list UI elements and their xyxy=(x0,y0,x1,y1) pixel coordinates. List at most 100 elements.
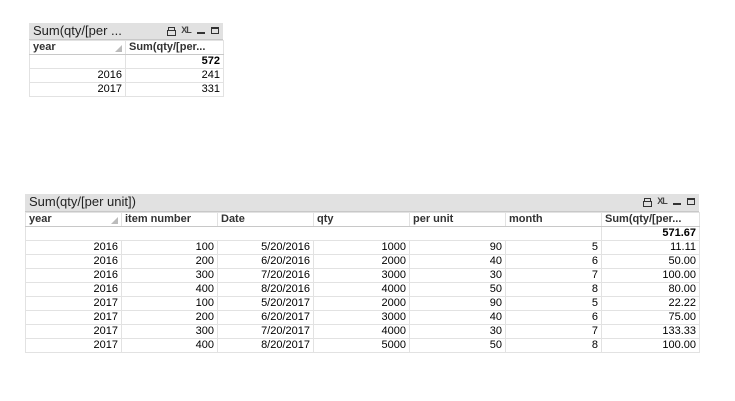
cell-qty: 3000 xyxy=(313,268,410,283)
column-header-date[interactable]: Date xyxy=(217,212,314,227)
cell-date: 6/20/2016 xyxy=(217,254,314,269)
column-header-sum[interactable]: Sum(qty/[per... xyxy=(601,212,700,227)
cell-month: 7 xyxy=(505,268,602,283)
sort-indicator-icon xyxy=(115,45,122,52)
big-table-grid: year item number Date qty per unit month… xyxy=(25,212,700,353)
cell-month: 5 xyxy=(505,296,602,311)
cell-item-number: 300 xyxy=(121,268,218,283)
table-row: 2017 400 8/20/2017 5000 50 8 100.00 xyxy=(25,338,700,353)
cell-date: 6/20/2017 xyxy=(217,310,314,325)
cell-item-number: 400 xyxy=(121,282,218,297)
cell-year: 2017 xyxy=(25,310,122,325)
big-table-object[interactable]: Sum(qty/[per unit]) XL year item number … xyxy=(25,194,700,364)
cell-sum: 100.00 xyxy=(601,268,700,283)
cell-item-number: 300 xyxy=(121,324,218,339)
cell-year: 2017 xyxy=(25,338,122,353)
cell-date: 5/20/2017 xyxy=(217,296,314,311)
cell-item-number: 200 xyxy=(121,254,218,269)
column-header-year[interactable]: year xyxy=(29,40,126,55)
cell-sum: 100.00 xyxy=(601,338,700,353)
cell-sum: 50.00 xyxy=(601,254,700,269)
column-header-sum[interactable]: Sum(qty/[per... xyxy=(125,40,224,55)
cell-qty: 1000 xyxy=(313,240,410,255)
total-value: 571.67 xyxy=(601,226,700,241)
table-row: 2016 200 6/20/2016 2000 40 6 50.00 xyxy=(25,254,700,269)
cell-date: 7/20/2017 xyxy=(217,324,314,339)
cell-month: 6 xyxy=(505,254,602,269)
cell-sum: 75.00 xyxy=(601,310,700,325)
minimize-icon[interactable] xyxy=(195,25,206,36)
cell-month: 8 xyxy=(505,338,602,353)
table-row: 2016 241 xyxy=(29,68,224,83)
cell-sum: 11.11 xyxy=(601,240,700,255)
small-table-caption[interactable]: Sum(qty/[per ... XL xyxy=(29,23,223,40)
small-table-title: Sum(qty/[per ... xyxy=(33,23,122,38)
cell-year: 2016 xyxy=(25,268,122,283)
cell-qty: 2000 xyxy=(313,296,410,311)
cell-month: 7 xyxy=(505,324,602,339)
cell-sum: 80.00 xyxy=(601,282,700,297)
table-row: 2017 300 7/20/2017 4000 30 7 133.33 xyxy=(25,324,700,339)
cell-date: 8/20/2017 xyxy=(217,338,314,353)
sort-indicator-icon xyxy=(111,217,118,224)
cell-per-unit: 30 xyxy=(409,324,506,339)
cell-per-unit: 90 xyxy=(409,240,506,255)
cell-year: 2017 xyxy=(25,324,122,339)
cell-item-number: 100 xyxy=(121,240,218,255)
big-table-body: 2016 100 5/20/2016 1000 90 5 11.11 2016 200 6/20/… xyxy=(25,240,700,353)
table-row: 2016 300 7/20/2016 3000 30 7 100.00 xyxy=(25,268,700,283)
big-table-header-row: year item number Date qty per unit month… xyxy=(25,212,700,227)
table-row: 2016 100 5/20/2016 1000 90 5 11.11 xyxy=(25,240,700,255)
total-row: 571.67 xyxy=(25,226,700,241)
cell-per-unit: 90 xyxy=(409,296,506,311)
cell-item-number: 100 xyxy=(121,296,218,311)
cell-month: 5 xyxy=(505,240,602,255)
cell-per-unit: 40 xyxy=(409,310,506,325)
total-label xyxy=(29,54,126,69)
small-table-header-row: year Sum(qty/[per... xyxy=(29,40,224,55)
cell-qty: 4000 xyxy=(313,282,410,297)
column-header-qty[interactable]: qty xyxy=(313,212,410,227)
table-row: 2017 331 xyxy=(29,82,224,97)
maximize-icon[interactable] xyxy=(209,25,220,36)
printer-icon[interactable] xyxy=(642,196,653,207)
cell-per-unit: 50 xyxy=(409,282,506,297)
cell-date: 7/20/2016 xyxy=(217,268,314,283)
cell-qty: 4000 xyxy=(313,324,410,339)
cell-qty: 2000 xyxy=(313,254,410,269)
maximize-icon[interactable] xyxy=(685,196,696,207)
cell-qty: 5000 xyxy=(313,338,410,353)
small-table-grid: year Sum(qty/[per... 572 2016 241 2017 3… xyxy=(29,40,224,97)
cell-qty: 3000 xyxy=(313,310,410,325)
cell-month: 8 xyxy=(505,282,602,297)
cell-sum: 241 xyxy=(125,68,224,83)
cell-year: 2017 xyxy=(25,296,122,311)
cell-year: 2016 xyxy=(25,254,122,269)
column-header-year[interactable]: year xyxy=(25,212,122,227)
cell-year: 2016 xyxy=(29,68,126,83)
column-header-per-unit[interactable]: per unit xyxy=(409,212,506,227)
cell-per-unit: 30 xyxy=(409,268,506,283)
cell-per-unit: 40 xyxy=(409,254,506,269)
column-header-month[interactable]: month xyxy=(505,212,602,227)
excel-export-icon[interactable]: XL xyxy=(180,25,192,36)
cell-item-number: 200 xyxy=(121,310,218,325)
big-table-title: Sum(qty/[per unit]) xyxy=(29,194,136,209)
cell-month: 6 xyxy=(505,310,602,325)
cell-item-number: 400 xyxy=(121,338,218,353)
printer-icon[interactable] xyxy=(166,25,177,36)
column-header-item-number[interactable]: item number xyxy=(121,212,218,227)
table-row: 2017 100 5/20/2017 2000 90 5 22.22 xyxy=(25,296,700,311)
small-table-object[interactable]: Sum(qty/[per ... XL year Sum(qty/[per...… xyxy=(29,23,224,103)
table-row: 2016 400 8/20/2016 4000 50 8 80.00 xyxy=(25,282,700,297)
total-row: 572 xyxy=(29,54,224,69)
cell-per-unit: 50 xyxy=(409,338,506,353)
cell-date: 8/20/2016 xyxy=(217,282,314,297)
cell-year: 2017 xyxy=(29,82,126,97)
minimize-icon[interactable] xyxy=(671,196,682,207)
cell-date: 5/20/2016 xyxy=(217,240,314,255)
total-value: 572 xyxy=(125,54,224,69)
big-table-caption[interactable]: Sum(qty/[per unit]) XL xyxy=(25,194,699,212)
cell-year: 2016 xyxy=(25,240,122,255)
excel-export-icon[interactable]: XL xyxy=(656,196,668,207)
